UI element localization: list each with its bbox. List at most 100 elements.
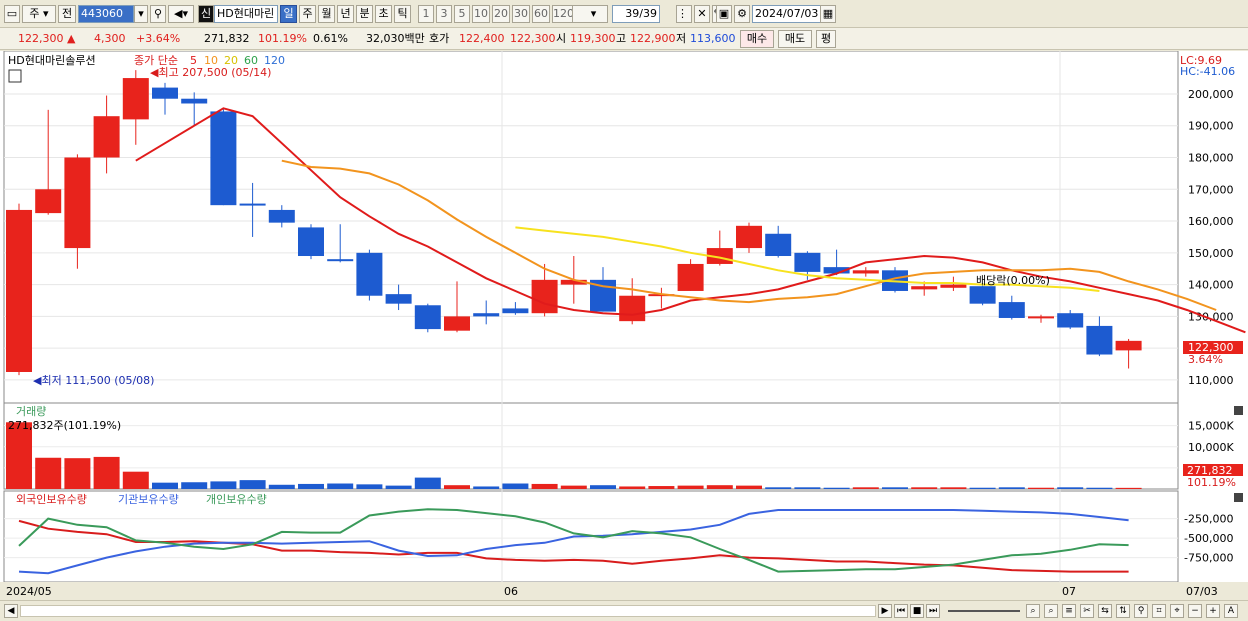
interval-button-4[interactable]: 20 — [492, 5, 510, 23]
date-field[interactable]: 2024/07/03 — [752, 5, 822, 23]
dividend-annotation: 배당락(0.00%) — [976, 274, 1050, 287]
interval-button-7[interactable]: 120 — [552, 5, 574, 23]
candle-body — [298, 227, 324, 257]
period-tab-5[interactable]: 초 — [375, 5, 392, 23]
calculator-icon[interactable] — [8, 69, 22, 83]
tool-icon-8[interactable]: ⌗ — [1152, 604, 1166, 618]
interval-dropdown[interactable]: ▾ — [572, 5, 608, 23]
period-tab-6[interactable]: 틱 — [394, 5, 411, 23]
evaluate-button[interactable]: 평 — [816, 30, 836, 48]
volume-ratio: 101.19% — [258, 32, 307, 45]
save-icon[interactable]: ▣ — [716, 5, 732, 23]
ask-price-2: 122,300 — [510, 32, 556, 45]
period-tab-2[interactable]: 월 — [318, 5, 335, 23]
stock-code-input[interactable]: 443060 — [78, 5, 134, 23]
crosshair-icon[interactable]: ✕ — [694, 5, 710, 23]
first-page-icon[interactable]: ⏮ — [894, 604, 908, 618]
open-label: 시 — [556, 32, 567, 45]
code-dropdown-icon[interactable]: ▾ — [134, 5, 148, 23]
tool-icon-3[interactable]: ≡ — [1062, 604, 1076, 618]
count-field[interactable]: 39/39 — [612, 5, 660, 23]
volume-bar — [414, 477, 441, 489]
volume-close-icon[interactable] — [1234, 406, 1243, 415]
date-axis-label: 07/03 — [1186, 585, 1218, 598]
volume-bar — [93, 456, 120, 489]
candle-body — [473, 313, 500, 317]
volume-bar — [969, 487, 996, 489]
sell-button[interactable]: 매도 — [778, 30, 812, 48]
interval-button-6[interactable]: 60 — [532, 5, 550, 23]
buy-button[interactable]: 매수 — [740, 30, 774, 48]
gear-icon[interactable]: ⚙ — [734, 5, 750, 23]
ask-label: 호가 — [429, 32, 450, 45]
price-panel-frame — [3, 51, 1179, 404]
current-price: 122,300 ▲ — [18, 32, 76, 45]
period-select[interactable]: 주 ▾ — [22, 5, 56, 23]
tool-icon-2[interactable]: ⌕ — [1044, 604, 1058, 618]
volume-bar — [64, 458, 91, 489]
tool-icon-6[interactable]: ⇅ — [1116, 604, 1130, 618]
interval-button-2[interactable]: 5 — [454, 5, 470, 23]
candle-body — [414, 305, 441, 330]
candle-body — [1115, 340, 1142, 351]
candle-body — [969, 286, 996, 304]
candle-body — [1057, 313, 1084, 328]
calendar-icon[interactable]: ▦ — [820, 5, 836, 23]
prefix-button[interactable]: 전 — [58, 5, 76, 23]
scroll-track[interactable] — [20, 605, 876, 617]
scroll-right-icon[interactable]: ▶ — [878, 604, 892, 618]
candle-body — [911, 286, 938, 290]
toolbar: ▭ 주 ▾ 전 443060 ▾ ⚲ ◀▾ 신 HD현대마린 일주월년분초틱 1… — [0, 0, 1248, 28]
volume-bar — [706, 485, 733, 489]
window-icon[interactable]: ▭ — [4, 5, 20, 23]
auto-scale-icon[interactable]: A — [1224, 604, 1238, 618]
volume-bar — [852, 487, 879, 489]
trade-amount: 32,030백만 — [366, 32, 425, 45]
zoom-out-icon[interactable]: − — [1188, 604, 1202, 618]
volume-bar — [35, 457, 62, 489]
legend-stock-name: HD현대마린솔루션 — [8, 54, 96, 67]
grid-icon[interactable]: ⋮⋮ — [676, 5, 692, 23]
candle-body — [122, 78, 149, 120]
candle-body — [93, 116, 120, 158]
last-page-icon[interactable]: ⏭ — [926, 604, 940, 618]
interval-button-1[interactable]: 3 — [436, 5, 452, 23]
interval-button-3[interactable]: 10 — [472, 5, 490, 23]
candle-body — [619, 295, 646, 322]
scroll-left-icon[interactable]: ◀ — [4, 604, 18, 618]
tool-icon-7[interactable]: ⚲ — [1134, 604, 1148, 618]
investor-close-icon[interactable] — [1234, 493, 1243, 502]
tool-icon-4[interactable]: ✂ — [1080, 604, 1094, 618]
tool-icon-5[interactable]: ⇆ — [1098, 604, 1112, 618]
stock-chart[interactable]: 110,000120,000130,000140,000150,000160,0… — [0, 51, 1248, 601]
candle-body — [765, 233, 792, 257]
interval-button-5[interactable]: 30 — [512, 5, 530, 23]
period-tab-3[interactable]: 년 — [337, 5, 354, 23]
chart-canvas[interactable]: 110,000120,000130,000140,000150,000160,0… — [0, 51, 1248, 601]
speaker-icon[interactable]: ◀▾ — [168, 5, 194, 23]
volume-title: 거래량 — [16, 405, 46, 418]
volume-tick-label: 10,000K — [1188, 441, 1234, 454]
search-icon[interactable]: ⚲ — [150, 5, 166, 23]
high-annotation: ◀최고 207,500 (05/14) — [150, 66, 271, 79]
period-tab-0[interactable]: 일 — [280, 5, 297, 23]
candle-body — [531, 279, 558, 314]
period-tab-1[interactable]: 주 — [299, 5, 316, 23]
volume-bar — [327, 483, 354, 489]
zoom-slider[interactable] — [948, 610, 1020, 612]
interval-button-0[interactable]: 1 — [418, 5, 434, 23]
tool-icon-9[interactable]: ⌖ — [1170, 604, 1184, 618]
candle-body — [1086, 325, 1113, 355]
candle-body — [852, 270, 879, 274]
tool-icon-1[interactable]: ⌕ — [1026, 604, 1040, 618]
stock-name-field[interactable]: HD현대마린 — [214, 5, 278, 23]
stop-icon[interactable]: ■ — [910, 604, 924, 618]
period-tab-4[interactable]: 분 — [356, 5, 373, 23]
volume-tick-label: 15,000K — [1188, 420, 1234, 433]
investor-tick-label: -250,000 — [1184, 513, 1233, 526]
bottom-scrollbar[interactable]: ◀ ▶ ⏮ ■ ⏭ ⌕ ⌕ ≡ ✂ ⇆ ⇅ ⚲ ⌗ ⌖ − + A — [0, 600, 1248, 621]
ask-price-1: 122,400 — [459, 32, 505, 45]
candle-body — [794, 252, 821, 272]
zoom-in-icon[interactable]: + — [1206, 604, 1220, 618]
volume-bar — [531, 483, 558, 489]
